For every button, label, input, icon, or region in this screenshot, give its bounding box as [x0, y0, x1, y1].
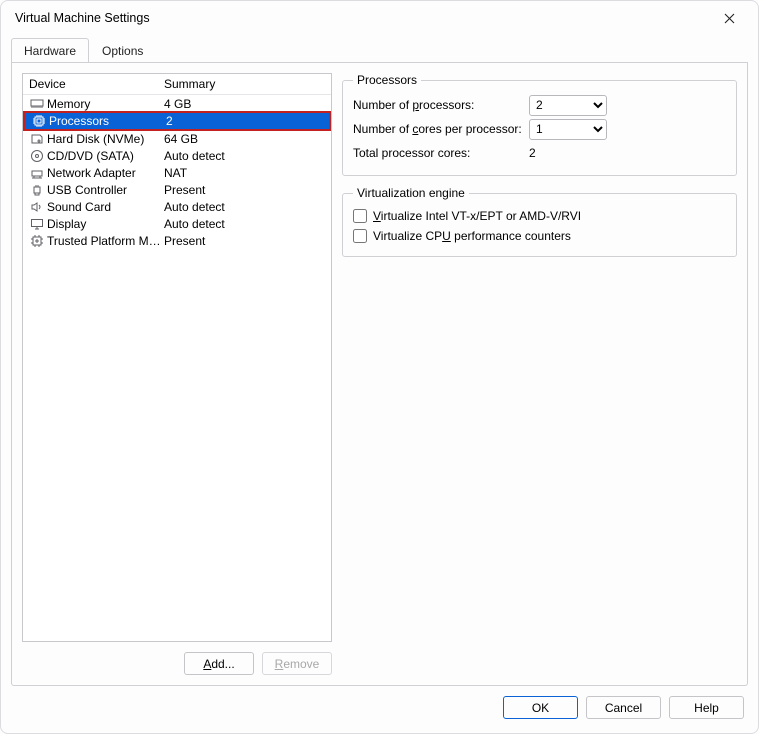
device-summary: NAT	[164, 166, 327, 180]
device-buttons: Add... Remove	[22, 652, 332, 675]
settings-column: Processors Number of processors: 2 Numbe…	[342, 73, 737, 675]
virt-perf-checkbox[interactable]	[353, 229, 367, 243]
device-row-trusted-platform-mo[interactable]: Trusted Platform Mo...Present	[23, 232, 331, 249]
help-label: Help	[694, 701, 719, 715]
virt-vtx-checkbox[interactable]	[353, 209, 367, 223]
cd-icon	[29, 148, 45, 164]
device-row-usb-controller[interactable]: USB ControllerPresent	[23, 181, 331, 198]
device-summary: Present	[164, 234, 327, 248]
disk-icon	[29, 131, 45, 147]
virtualization-group: Virtualization engine Virtualize Intel V…	[342, 186, 737, 257]
remove-button: Remove	[262, 652, 332, 675]
device-row-processors[interactable]: Processors2	[23, 111, 331, 131]
num-processors-label: Number of processors:	[353, 98, 523, 112]
device-summary: Auto detect	[164, 217, 327, 231]
titlebar: Virtual Machine Settings	[1, 1, 758, 35]
display-icon	[29, 216, 45, 232]
device-row-sound-card[interactable]: Sound CardAuto detect	[23, 198, 331, 215]
device-summary: Auto detect	[164, 200, 327, 214]
device-name: Memory	[47, 97, 164, 111]
cores-per-proc-select[interactable]: 1	[529, 119, 607, 140]
total-cores-row: Total processor cores: 2	[353, 141, 726, 165]
close-button[interactable]	[708, 4, 750, 32]
total-cores-value: 2	[529, 146, 536, 160]
ok-label: OK	[532, 701, 549, 715]
device-row-memory[interactable]: Memory4 GB	[23, 95, 331, 112]
device-name: Display	[47, 217, 164, 231]
device-name: Hard Disk (NVMe)	[47, 132, 164, 146]
network-icon	[29, 165, 45, 181]
usb-icon	[29, 182, 45, 198]
device-column: Device Summary Memory4 GBProcessors2Hard…	[22, 73, 332, 675]
add-button[interactable]: Add...	[184, 652, 254, 675]
device-name: Trusted Platform Mo...	[47, 234, 164, 248]
tab-hardware-label: Hardware	[24, 44, 76, 58]
dialog-buttons: OK Cancel Help	[1, 686, 758, 733]
device-name: USB Controller	[47, 183, 164, 197]
virt-perf-row: Virtualize CPU performance counters	[353, 226, 726, 246]
device-name: Sound Card	[47, 200, 164, 214]
device-name: Network Adapter	[47, 166, 164, 180]
device-rows: Memory4 GBProcessors2Hard Disk (NVMe)64 …	[23, 95, 331, 641]
device-summary: 4 GB	[164, 97, 327, 111]
processors-group: Processors Number of processors: 2 Numbe…	[342, 73, 737, 176]
total-cores-label: Total processor cores:	[353, 146, 523, 160]
cancel-label: Cancel	[605, 701, 642, 715]
processors-legend: Processors	[353, 73, 421, 87]
device-summary: Present	[164, 183, 327, 197]
device-row-hard-disk-nvme[interactable]: Hard Disk (NVMe)64 GB	[23, 130, 331, 147]
device-list-header: Device Summary	[23, 74, 331, 95]
sound-icon	[29, 199, 45, 215]
device-summary: 2	[166, 114, 325, 128]
num-processors-row: Number of processors: 2	[353, 93, 726, 117]
virt-vtx-row: Virtualize Intel VT-x/EPT or AMD-V/RVI	[353, 206, 726, 226]
cpu-icon	[31, 113, 47, 129]
window-title: Virtual Machine Settings	[15, 11, 150, 25]
device-row-cd-dvd-sata[interactable]: CD/DVD (SATA)Auto detect	[23, 147, 331, 164]
cores-per-proc-row: Number of cores per processor: 1	[353, 117, 726, 141]
hardware-panel: Device Summary Memory4 GBProcessors2Hard…	[11, 63, 748, 686]
cores-per-proc-label: Number of cores per processor:	[353, 122, 523, 136]
device-row-display[interactable]: DisplayAuto detect	[23, 215, 331, 232]
tab-options-label: Options	[102, 44, 143, 58]
dialog-window: Virtual Machine Settings Hardware Option…	[0, 0, 759, 734]
ok-button[interactable]: OK	[503, 696, 578, 719]
virtualization-legend: Virtualization engine	[353, 186, 469, 200]
device-summary: Auto detect	[164, 149, 327, 163]
tpm-icon	[29, 233, 45, 249]
num-processors-select[interactable]: 2	[529, 95, 607, 116]
tabstrip: Hardware Options	[1, 37, 758, 62]
device-row-network-adapter[interactable]: Network AdapterNAT	[23, 164, 331, 181]
device-name: Processors	[49, 114, 166, 128]
header-device[interactable]: Device	[29, 77, 164, 91]
header-summary[interactable]: Summary	[164, 77, 327, 91]
device-name: CD/DVD (SATA)	[47, 149, 164, 163]
device-list[interactable]: Device Summary Memory4 GBProcessors2Hard…	[22, 73, 332, 642]
device-summary: 64 GB	[164, 132, 327, 146]
memory-icon	[29, 96, 45, 112]
tab-hardware[interactable]: Hardware	[11, 38, 89, 62]
virt-perf-label[interactable]: Virtualize CPU performance counters	[373, 229, 571, 243]
virt-vtx-label[interactable]: Virtualize Intel VT-x/EPT or AMD-V/RVI	[373, 209, 581, 223]
cancel-button[interactable]: Cancel	[586, 696, 661, 719]
help-button[interactable]: Help	[669, 696, 744, 719]
close-icon	[724, 13, 735, 24]
tab-options[interactable]: Options	[89, 38, 156, 62]
